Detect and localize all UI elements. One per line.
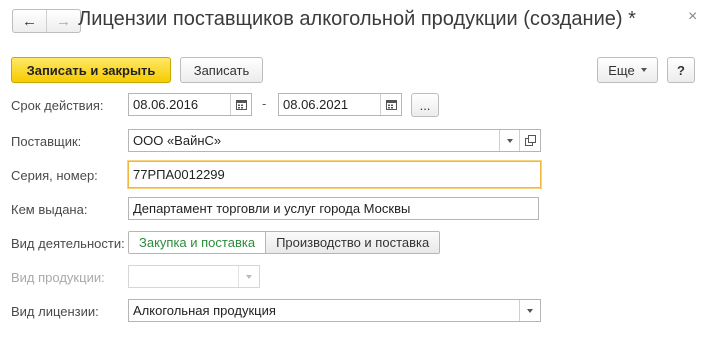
save-and-close-button[interactable]: Записать и закрыть <box>11 57 171 83</box>
series-number-label: Серия, номер: <box>11 168 98 183</box>
date-separator: - <box>262 96 267 111</box>
series-number-value: 77РПА0012299 <box>133 167 225 182</box>
product-type-dropdown-button <box>238 266 259 287</box>
open-icon[interactable] <box>519 130 540 151</box>
issued-by-value: Департамент торговли и услуг города Моск… <box>133 201 411 216</box>
supplier-label: Поставщик: <box>11 134 82 149</box>
select-period-button[interactable]: ... <box>411 93 439 117</box>
chevron-down-icon <box>527 308 533 313</box>
supplier-field[interactable]: ООО «ВайнС» <box>128 129 541 152</box>
calendar-icon[interactable] <box>230 94 251 115</box>
date-from-field[interactable]: 08.06.2016 <box>128 93 252 116</box>
product-type-select <box>128 265 260 288</box>
chevron-down-icon <box>507 138 513 143</box>
more-label: Еще <box>608 62 635 78</box>
activity-option-purchase[interactable]: Закупка и поставка <box>129 232 266 253</box>
date-to-field[interactable]: 08.06.2021 <box>278 93 402 116</box>
close-icon[interactable]: × <box>688 8 697 26</box>
chevron-down-icon <box>640 68 647 72</box>
activity-option-production[interactable]: Производство и поставка <box>265 232 440 253</box>
product-type-label: Вид продукции: <box>11 270 105 285</box>
supplier-value: ООО «ВайнС» <box>133 133 222 148</box>
license-type-label: Вид лицензии: <box>11 304 99 319</box>
save-button[interactable]: Записать <box>180 57 263 83</box>
issued-by-label: Кем выдана: <box>11 202 88 217</box>
chevron-down-icon <box>246 274 252 279</box>
help-button[interactable]: ? <box>667 57 695 83</box>
calendar-icon[interactable] <box>380 94 401 115</box>
activity-label: Вид деятельности: <box>11 236 125 251</box>
date-from-value: 08.06.2016 <box>133 97 199 112</box>
license-type-dropdown-button[interactable] <box>519 300 540 321</box>
more-menu-button[interactable]: Еще <box>597 57 658 83</box>
license-type-value: Алкогольная продукция <box>133 303 276 318</box>
window-title: Лицензии поставщиков алкогольной продукц… <box>78 8 636 30</box>
date-to-value: 08.06.2021 <box>283 97 349 112</box>
activity-toggle: Закупка и поставка Производство и постав… <box>128 231 441 254</box>
validity-label: Срок действия: <box>11 98 104 113</box>
series-number-input[interactable]: 77РПА0012299 <box>128 161 541 188</box>
supplier-dropdown-button[interactable] <box>499 130 520 151</box>
license-type-select[interactable]: Алкогольная продукция <box>128 299 541 322</box>
issued-by-input[interactable]: Департамент торговли и услуг города Моск… <box>128 197 539 220</box>
